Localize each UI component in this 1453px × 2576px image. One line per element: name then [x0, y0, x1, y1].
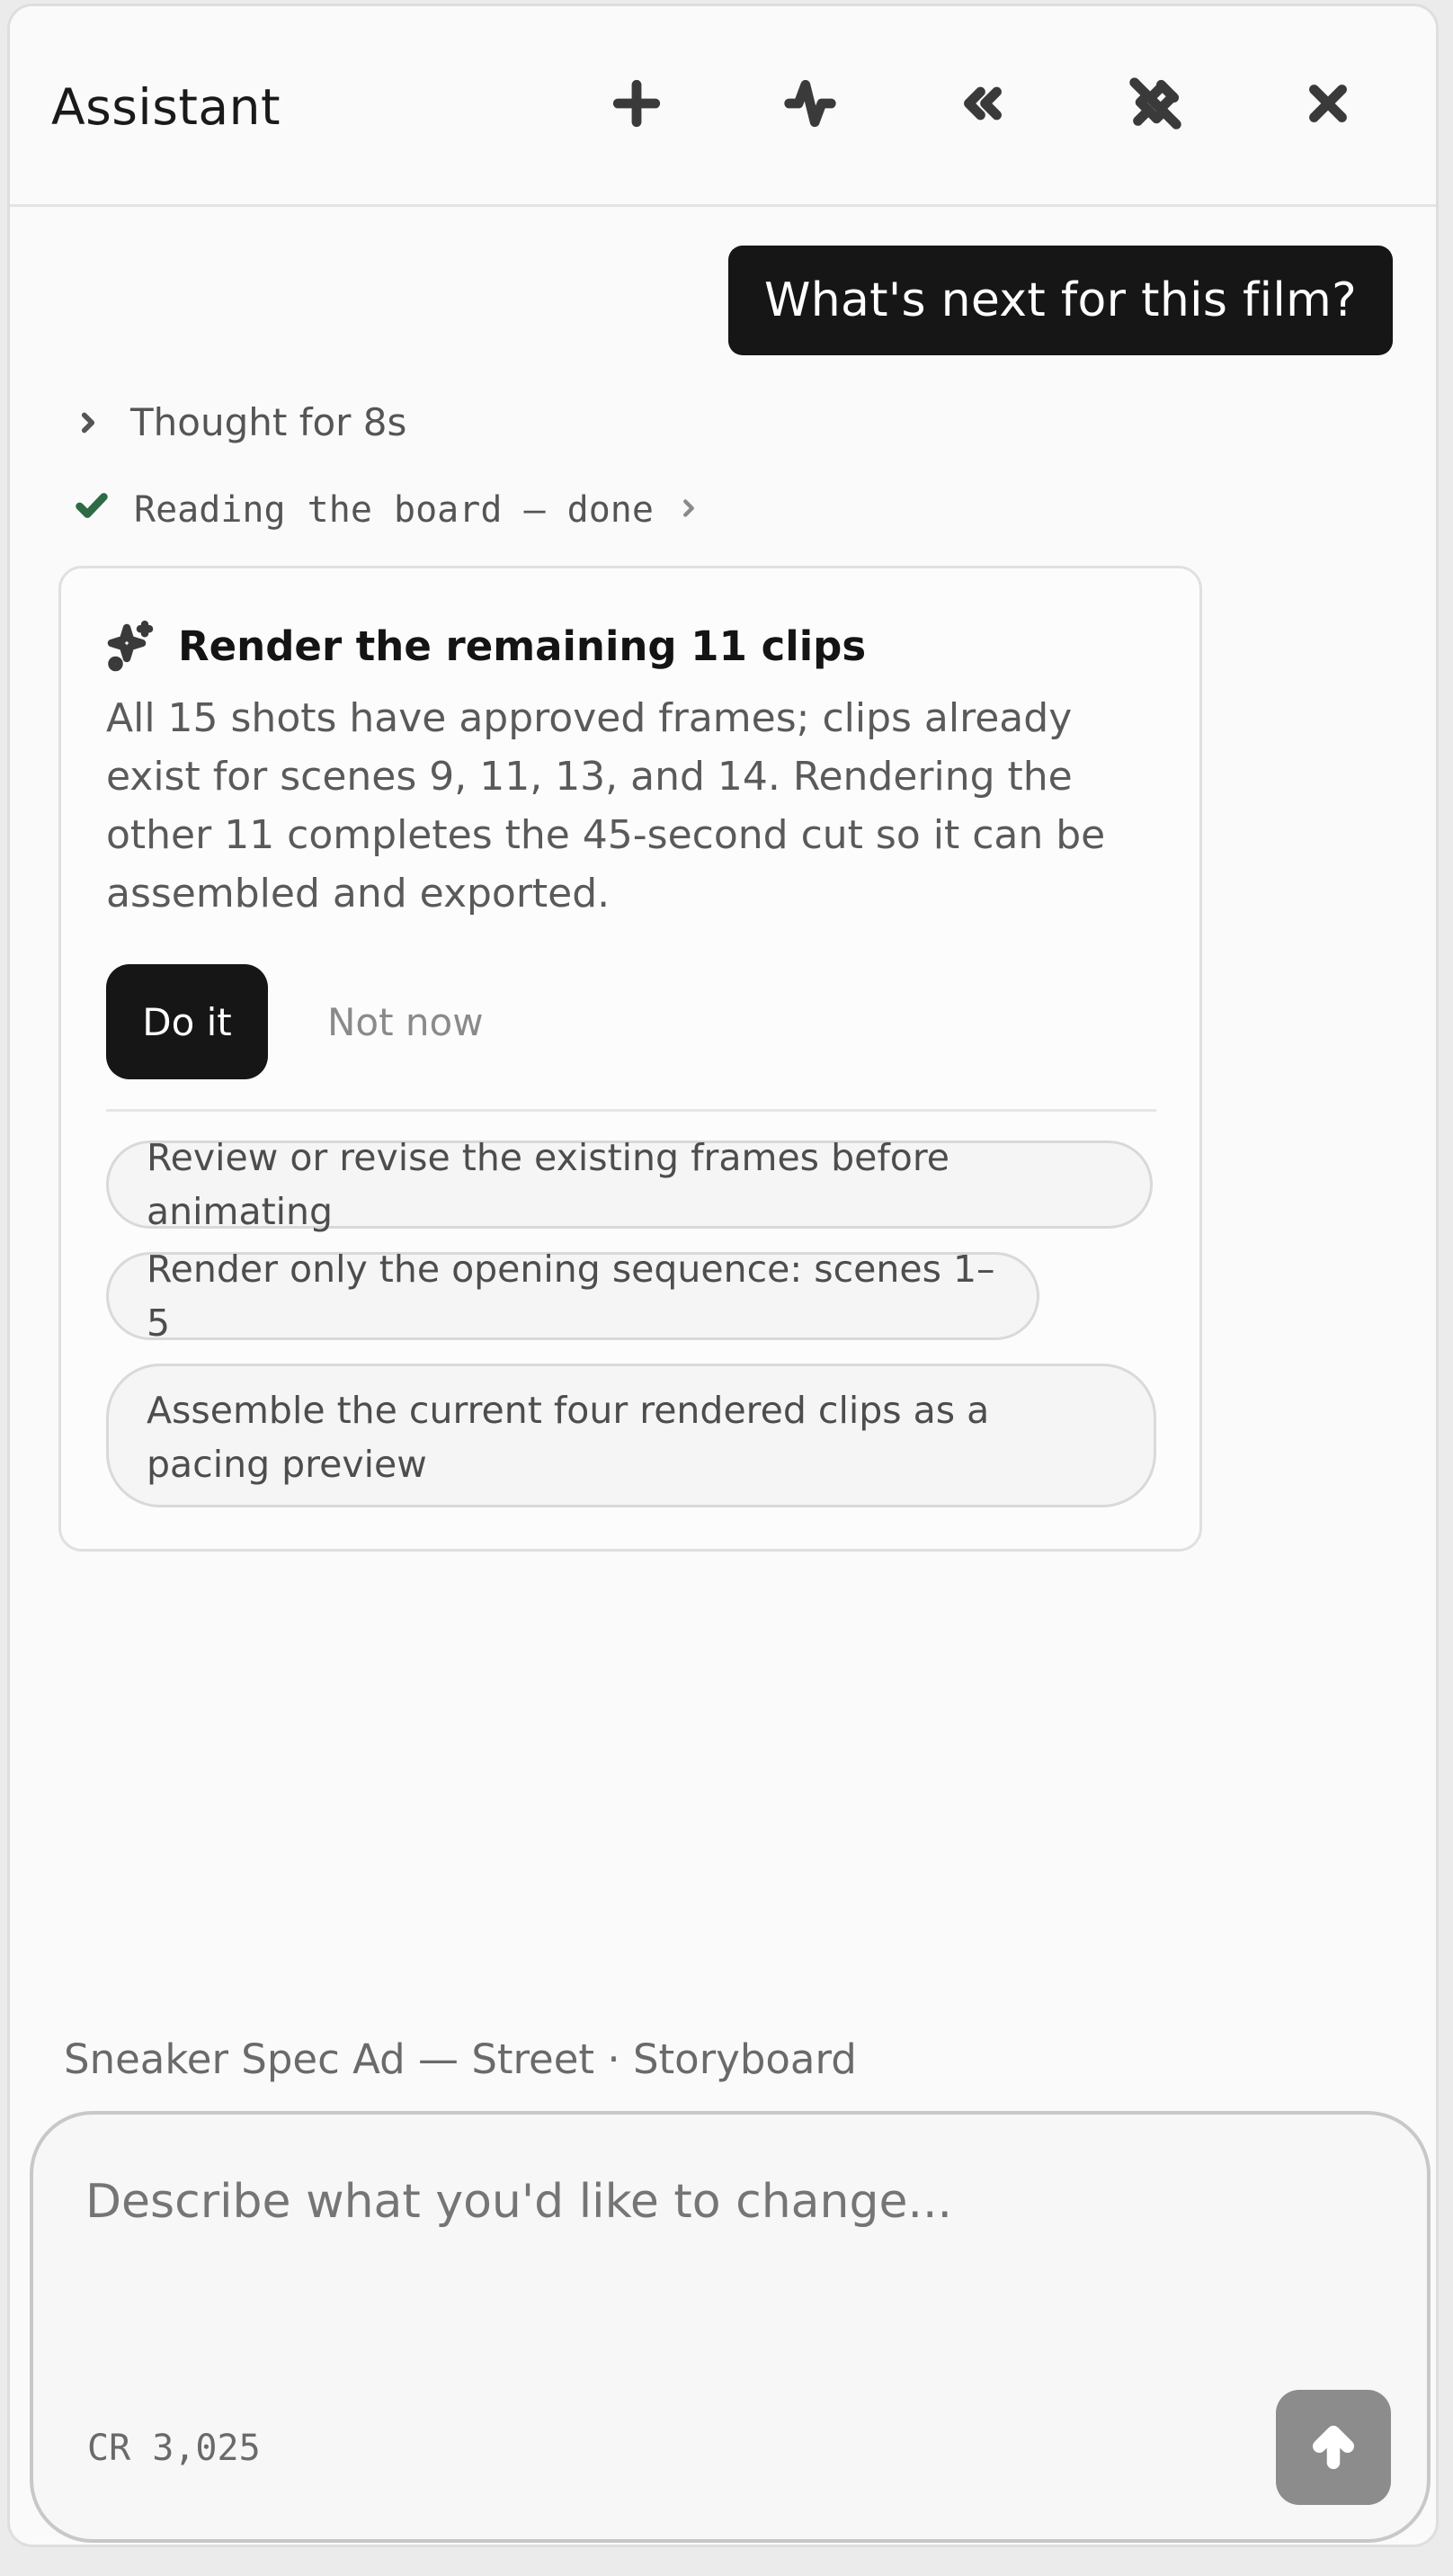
step-status[interactable]: Reading the board — done: [71, 485, 702, 535]
card-header: Render the remaining 11 clips: [104, 619, 866, 673]
alternative-chip[interactable]: Render only the opening sequence: scenes…: [106, 1248, 1039, 1345]
suggestion-card: Render the remaining 11 clips All 15 sho…: [58, 566, 1202, 1552]
close-button[interactable]: [1290, 66, 1366, 141]
chevron-right-icon: [81, 412, 95, 433]
do-it-button[interactable]: Do it: [106, 964, 268, 1079]
alternative-chip[interactable]: Review or revise the existing frames bef…: [106, 1136, 1153, 1233]
chevron-right-icon: [675, 489, 702, 531]
user-message: What's next for this film?: [728, 246, 1393, 355]
chevrons-left-icon: [964, 86, 1002, 121]
activity-button[interactable]: [772, 66, 848, 141]
plus-icon: [612, 79, 661, 128]
message-input[interactable]: [84, 2174, 1256, 2230]
step-label: Reading the board — done: [134, 489, 654, 531]
assistant-panel: Assistant What's next for this film? Tho…: [7, 4, 1439, 2547]
pin-off-icon: [1129, 77, 1181, 130]
not-now-button[interactable]: Not now: [327, 964, 484, 1079]
close-icon: [1309, 85, 1347, 122]
divider: [106, 1109, 1156, 1112]
card-description: All 15 shots have approved frames; clips…: [106, 695, 1106, 917]
panel-title: Assistant: [51, 78, 281, 136]
new-chat-button[interactable]: [599, 66, 674, 141]
collapse-button[interactable]: [945, 66, 1021, 141]
activity-icon: [784, 79, 836, 128]
context-label: Sneaker Spec Ad — Street · Storyboard: [64, 2035, 857, 2083]
unpin-button[interactable]: [1118, 66, 1193, 141]
credits-counter: CR 3,025: [87, 2428, 261, 2469]
card-title: Render the remaining 11 clips: [178, 622, 867, 670]
send-button[interactable]: [1276, 2390, 1391, 2505]
panel-header: Assistant: [10, 6, 1436, 207]
sparkles-icon: [107, 621, 154, 672]
arrow-up-icon: [1313, 2425, 1354, 2470]
thought-toggle[interactable]: Thought for 8s: [73, 400, 406, 444]
check-icon: [71, 485, 112, 535]
thought-label: Thought for 8s: [130, 400, 407, 444]
alternative-chip[interactable]: Assemble the current four rendered clips…: [106, 1364, 1156, 1507]
composer: CR 3,025: [30, 2111, 1431, 2543]
